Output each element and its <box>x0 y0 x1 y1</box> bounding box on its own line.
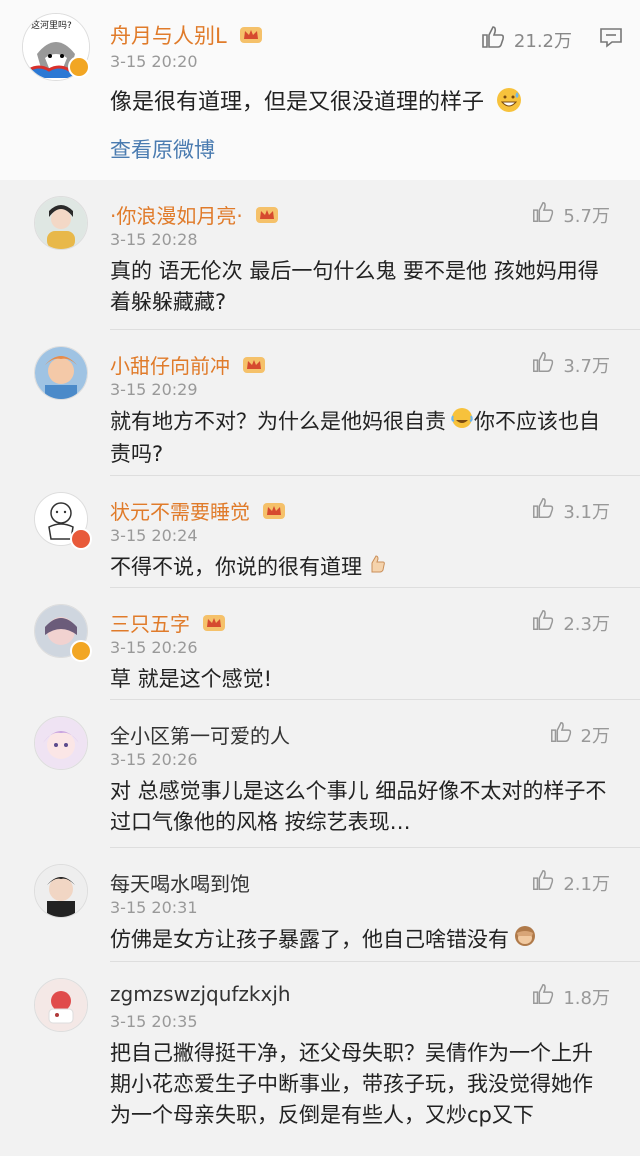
username-text: 舟月与人别L <box>110 24 227 48</box>
comment-text-body: 不得不说，你说的很有道理 <box>110 555 362 579</box>
thumbs-up-icon <box>549 720 573 749</box>
avatar[interactable] <box>34 978 88 1032</box>
comment-text-body: 像是很有道理，但是又很没道理的样子 <box>110 90 485 115</box>
vip-crown-icon <box>255 205 279 230</box>
list-item[interactable]: 每天喝水喝到饱 3-15 20:31 仿佛是女方让孩子暴露了，他自己啥错没有 2… <box>0 848 640 962</box>
thumbs-up-icon <box>531 868 555 897</box>
thumbs-up-icon <box>531 496 555 525</box>
laugh-cry-emoji-icon <box>450 406 474 439</box>
view-original-link[interactable]: 查看原微博 <box>110 134 215 164</box>
like-count: 3.1万 <box>563 501 610 523</box>
timestamp: 3-15 20:31 <box>110 898 198 917</box>
comment-text: 不得不说，你说的很有道理 <box>110 552 610 584</box>
comment-text: 仿佛是女方让孩子暴露了，他自己啥错没有 <box>110 924 610 957</box>
original-comment: 这河里吗? 舟月与人别L 3-15 20:20 像是很有道理，但是又很没道理的样… <box>0 0 640 180</box>
thumbs-up-icon <box>531 608 555 637</box>
list-item[interactable]: 状元不需要睡觉 3-15 20:24 不得不说，你说的很有道理 3.1万 <box>0 476 640 588</box>
avatar[interactable] <box>34 716 88 770</box>
username[interactable]: 全小区第一可爱的人 <box>110 720 290 749</box>
comment-text: 草 就是这个感觉! <box>110 667 273 691</box>
like-button[interactable]: 1.8万 <box>531 982 610 1011</box>
username[interactable]: ·你浪漫如月亮· <box>110 200 279 230</box>
comment-text-body: 就有地方不对？为什么是他妈很自责 <box>110 409 446 434</box>
comment-text: 就有地方不对？为什么是他妈很自责 你不应该也自责吗? <box>110 406 610 470</box>
like-count: 3.7万 <box>563 355 610 377</box>
like-count: 2万 <box>580 725 610 747</box>
like-button[interactable]: 2万 <box>549 720 610 749</box>
reply-button[interactable] <box>598 24 624 54</box>
comment-icon <box>598 28 624 54</box>
username[interactable]: zgmzswzjqufzkxjh <box>110 982 291 1006</box>
list-item[interactable]: 三只五字 3-15 20:26 草 就是这个感觉! 2.3万 <box>0 588 640 700</box>
grinning-sweat-emoji-icon <box>495 86 523 120</box>
timestamp: 3-15 20:26 <box>110 750 198 769</box>
avatar[interactable] <box>34 346 88 400</box>
thumbs-up-icon <box>531 982 555 1011</box>
list-item[interactable]: zgmzswzjqufzkxjh 3-15 20:35 把自己撇得挺干净，还父母… <box>0 962 640 1156</box>
like-button[interactable]: 2.1万 <box>531 868 610 897</box>
timestamp: 3-15 20:28 <box>110 230 198 249</box>
username-text: 状元不需要睡觉 <box>110 500 250 524</box>
username-text: 小甜仔向前冲 <box>110 354 230 378</box>
thumbs-up-icon <box>480 24 506 55</box>
vip-crown-icon <box>202 613 226 638</box>
like-count: 2.3万 <box>563 613 610 635</box>
username[interactable]: 小甜仔向前冲 <box>110 350 266 380</box>
like-count: 21.2万 <box>513 30 572 52</box>
username-text: 三只五字 <box>110 612 190 636</box>
like-button[interactable]: 21.2万 <box>480 24 572 55</box>
username[interactable]: 状元不需要睡觉 <box>110 496 286 526</box>
comment-text: 像是很有道理，但是又很没道理的样子 <box>110 84 523 120</box>
thumbs-up-emoji-icon <box>366 553 388 584</box>
timestamp: 3-15 20:26 <box>110 638 198 657</box>
verified-badge-icon <box>70 528 92 550</box>
see-no-evil-monkey-emoji-icon <box>513 924 537 957</box>
like-button[interactable]: 3.1万 <box>531 496 610 525</box>
avatar[interactable] <box>34 864 88 918</box>
timestamp: 3-15 20:20 <box>110 52 198 71</box>
verified-badge-icon <box>68 56 90 78</box>
reply-list: ·你浪漫如月亮· 3-15 20:28 真的 语无伦次 最后一句什么鬼 要不是他… <box>0 180 640 1156</box>
username[interactable]: 三只五字 <box>110 608 226 638</box>
verified-badge-icon <box>70 640 92 662</box>
list-item[interactable]: 小甜仔向前冲 3-15 20:29 就有地方不对？为什么是他妈很自责 你不应该也自… <box>0 330 640 476</box>
timestamp: 3-15 20:29 <box>110 380 198 399</box>
list-item[interactable]: ·你浪漫如月亮· 3-15 20:28 真的 语无伦次 最后一句什么鬼 要不是他… <box>0 180 640 330</box>
like-count: 1.8万 <box>563 987 610 1009</box>
list-item[interactable]: 全小区第一可爱的人 3-15 20:26 对 总感觉事儿是这么个事儿 细品好像不… <box>0 700 640 848</box>
username[interactable]: 舟月与人别L <box>110 20 263 50</box>
avatar[interactable] <box>34 196 88 250</box>
username[interactable]: 每天喝水喝到饱 <box>110 868 250 897</box>
comment-text: 对 总感觉事儿是这么个事儿 细品好像不太对的样子不过口气像他的风格 按综艺表现… <box>110 779 607 834</box>
like-count: 5.7万 <box>563 205 610 227</box>
timestamp: 3-15 20:35 <box>110 1012 198 1031</box>
comment-text-body: 仿佛是女方让孩子暴露了，他自己啥错没有 <box>110 927 509 952</box>
vip-crown-icon <box>239 25 263 50</box>
username-text: ·你浪漫如月亮· <box>110 204 243 228</box>
avatar-caption: 这河里吗? <box>31 19 72 31</box>
thumbs-up-icon <box>531 350 555 379</box>
like-button[interactable]: 3.7万 <box>531 350 610 379</box>
thumbs-up-icon <box>531 200 555 229</box>
comment-text: 真的 语无伦次 最后一句什么鬼 要不是他 孩她妈用得着躲躲藏藏? <box>110 259 599 314</box>
comment-text: 把自己撇得挺干净，还父母失职？吴倩作为一个上升期小花恋爱生子中断事业，带孩子玩，… <box>110 1041 593 1127</box>
timestamp: 3-15 20:24 <box>110 526 198 545</box>
like-button[interactable]: 2.3万 <box>531 608 610 637</box>
like-count: 2.1万 <box>563 873 610 895</box>
vip-crown-icon <box>262 501 286 526</box>
like-button[interactable]: 5.7万 <box>531 200 610 229</box>
vip-crown-icon <box>242 355 266 380</box>
